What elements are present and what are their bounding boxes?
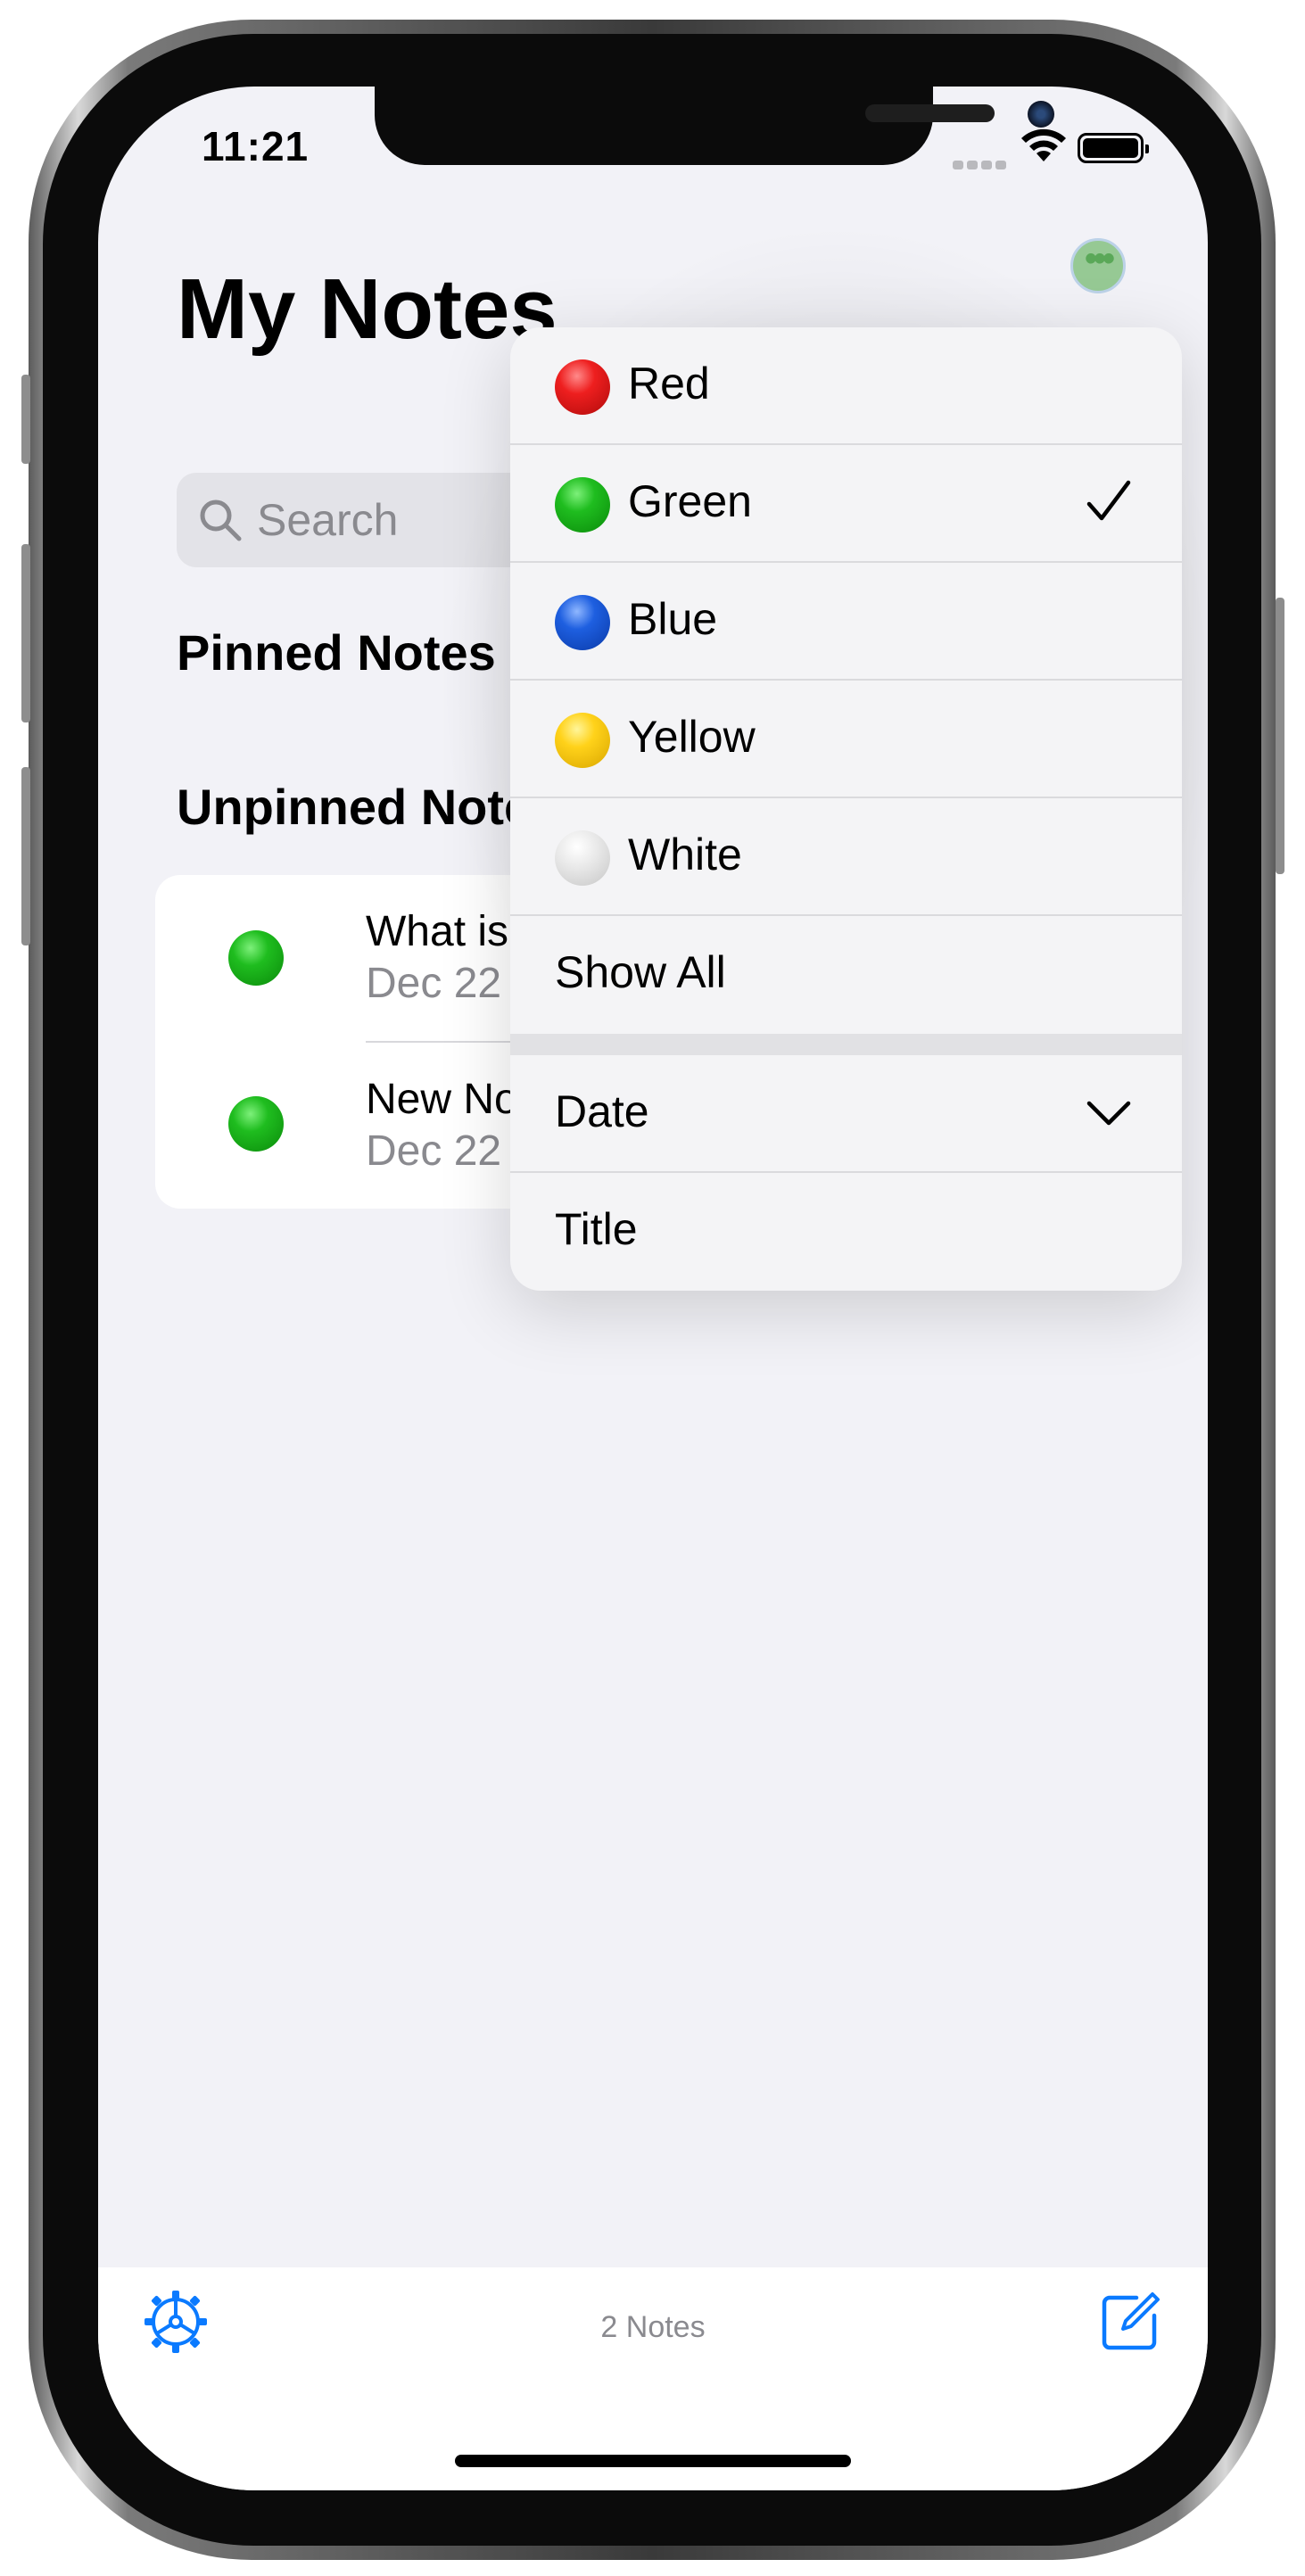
search-icon — [200, 500, 242, 541]
menu-item-show-all[interactable]: Show All — [510, 916, 1182, 1034]
menu-item-yellow[interactable]: Yellow — [510, 681, 1182, 798]
red-dot-icon — [555, 359, 610, 415]
status-time: 11:21 — [202, 123, 310, 169]
ring-silent-switch — [21, 375, 30, 464]
menu-item-red[interactable]: Red — [510, 327, 1182, 445]
side-button — [1276, 598, 1284, 874]
home-indicator[interactable] — [455, 2455, 851, 2467]
menu-item-label: Red — [628, 359, 710, 409]
battery-icon — [1078, 133, 1149, 163]
menu-item-label: White — [628, 830, 742, 879]
filter-sort-menu: Red Green Blue Yellow White Show All Dat… — [510, 327, 1182, 1291]
wifi-icon — [1021, 128, 1066, 161]
compose-icon[interactable] — [1101, 2291, 1161, 2351]
phone-screen: 11:21 My Notes Search Pinned Notes Unpin… — [98, 87, 1208, 2490]
green-dot-icon — [555, 477, 610, 533]
yellow-dot-icon — [555, 713, 610, 768]
menu-item-label: Yellow — [628, 712, 756, 762]
menu-item-label: Show All — [555, 947, 726, 997]
menu-item-label: Blue — [628, 594, 718, 644]
front-camera — [1028, 101, 1054, 128]
blue-dot-icon — [555, 595, 610, 650]
note-color-dot — [228, 1096, 284, 1152]
menu-item-label: Green — [628, 476, 752, 526]
menu-item-blue[interactable]: Blue — [510, 563, 1182, 681]
menu-item-sort-date[interactable]: Date — [510, 1055, 1182, 1173]
menu-item-label: Date — [555, 1086, 649, 1136]
menu-item-sort-title[interactable]: Title — [510, 1173, 1182, 1291]
menu-item-green[interactable]: Green — [510, 445, 1182, 563]
checkmark-icon — [1086, 480, 1131, 521]
menu-group-separator — [510, 1034, 1182, 1055]
white-dot-icon — [555, 830, 610, 886]
earpiece-speaker — [865, 104, 995, 122]
menu-item-label: Title — [555, 1204, 638, 1254]
chevron-down-icon — [1086, 1101, 1131, 1126]
volume-down-button — [21, 767, 30, 945]
menu-item-white[interactable]: White — [510, 798, 1182, 916]
notch — [375, 87, 1054, 165]
search-placeholder: Search — [257, 495, 399, 545]
cellular-signal-icon — [953, 158, 1010, 174]
note-color-dot — [228, 930, 284, 986]
volume-up-button — [21, 544, 30, 722]
note-count: 2 Notes — [600, 2310, 706, 2344]
